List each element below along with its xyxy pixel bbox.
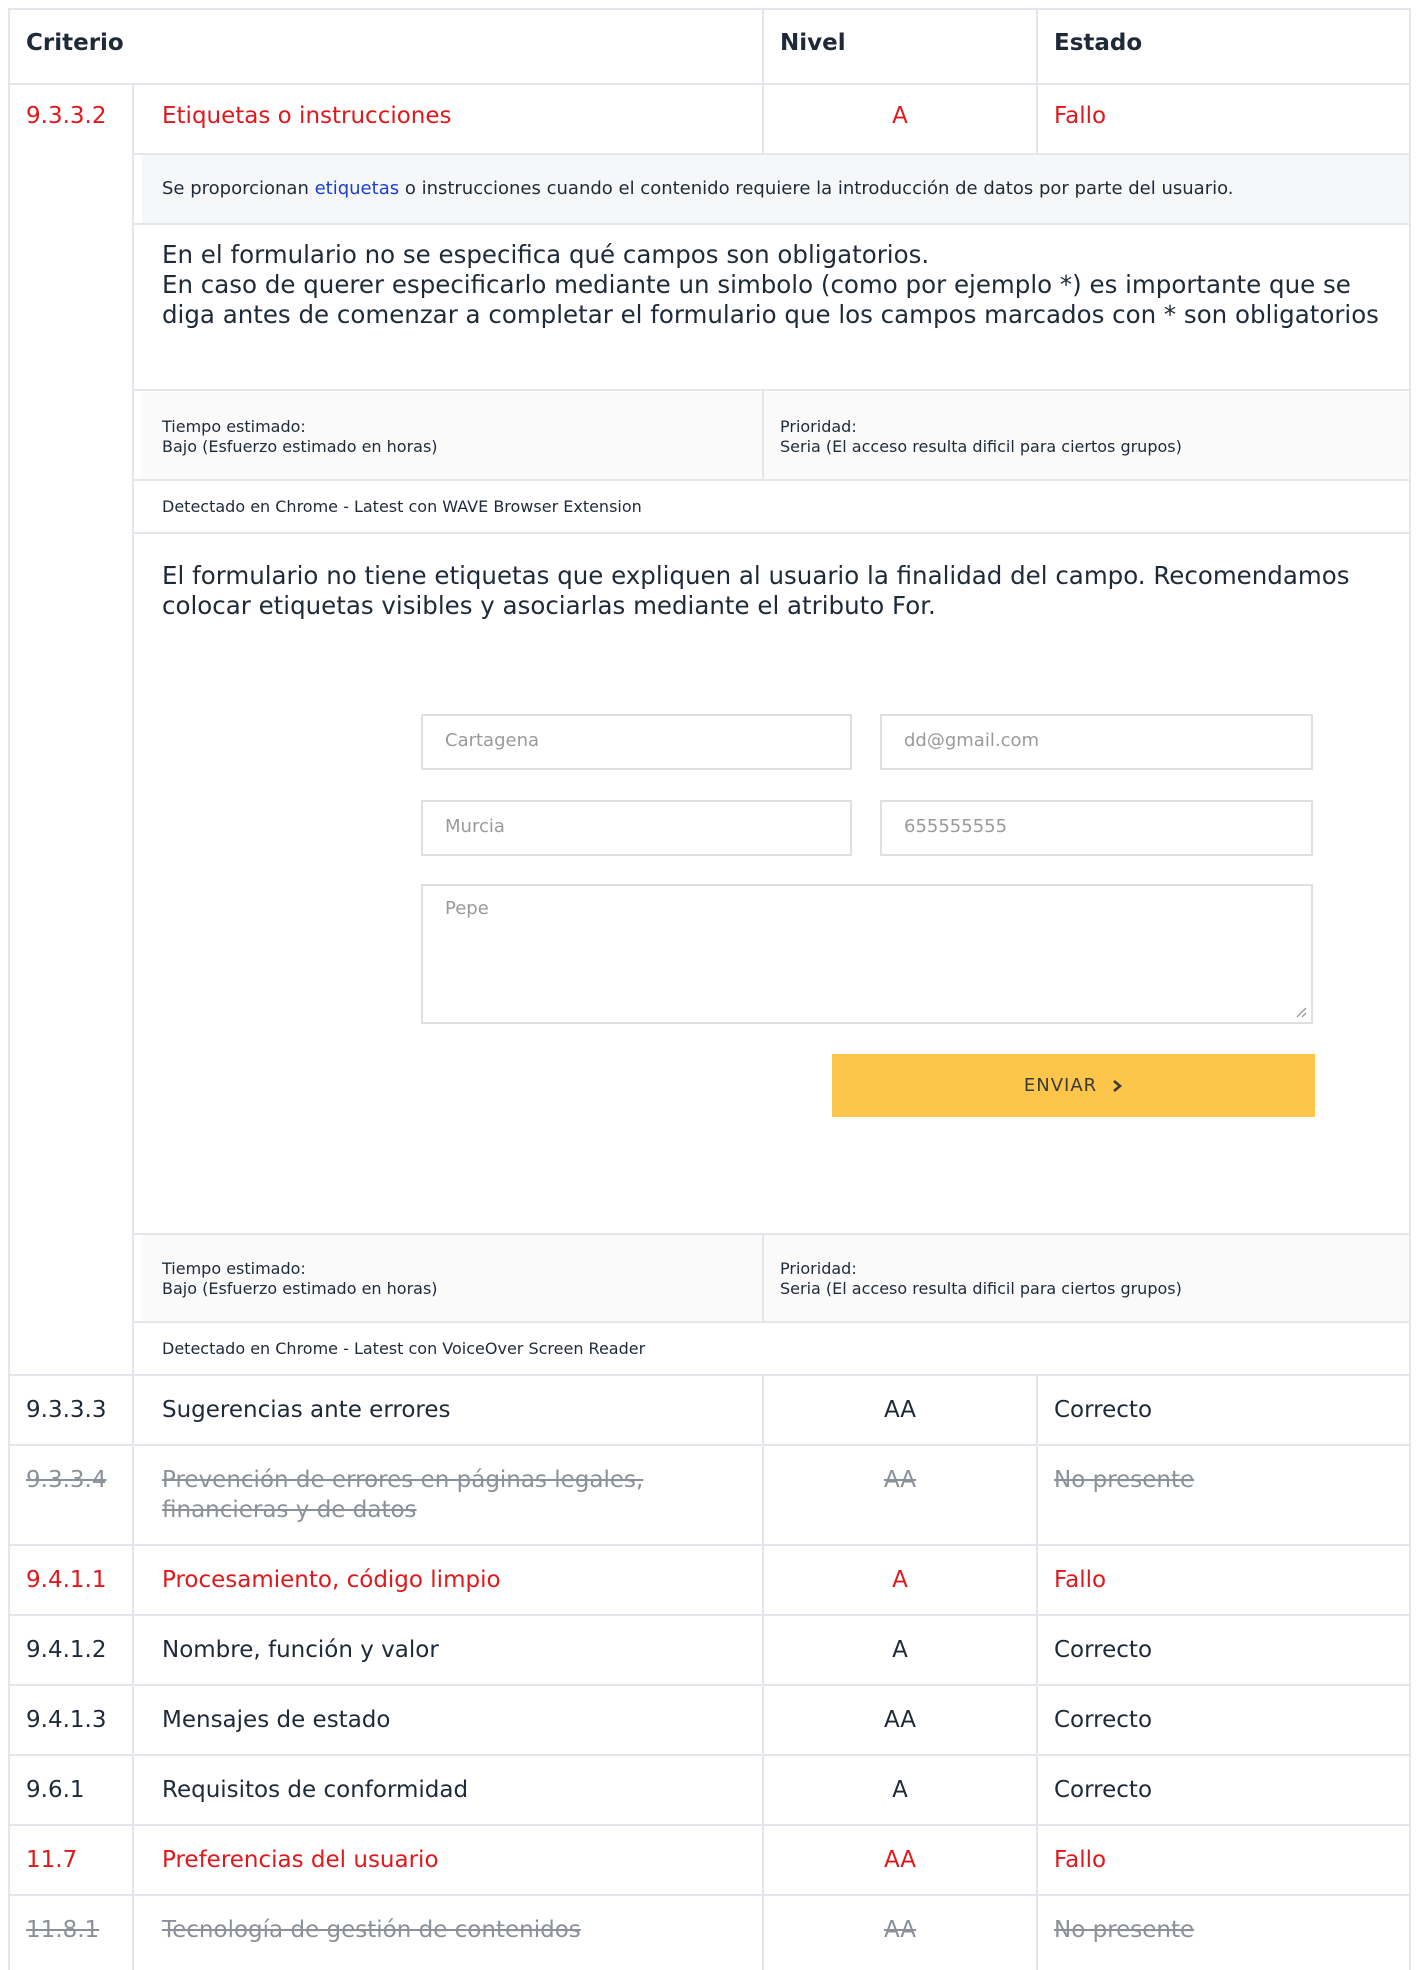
issue-2-priority-label: Prioridad: [780, 1259, 857, 1278]
row-name[interactable]: Mensajes de estado [162, 1707, 390, 1733]
issue-2-detected: Detectado en Chrome - Latest con VoiceOv… [162, 1339, 646, 1358]
row-status: Fallo [1054, 1567, 1107, 1593]
issue-1-detected: Detectado en Chrome - Latest con WAVE Br… [162, 497, 642, 516]
row-status: Fallo [1054, 103, 1107, 129]
row-status: Correcto [1054, 1397, 1153, 1423]
meta-band-1 [142, 392, 1411, 479]
etiquetas-link[interactable]: etiquetas [315, 178, 400, 199]
row-level: A [892, 1637, 908, 1663]
row-level: AA [883, 1467, 917, 1493]
row-code: 9.3.3.3 [26, 1397, 107, 1423]
email-field: dd@gmail.com [880, 714, 1313, 770]
phone-field: 655555555 [880, 800, 1313, 856]
row-status: Correcto [1054, 1777, 1153, 1803]
header-estado: Estado [1054, 30, 1143, 56]
row-status: Correcto [1054, 1637, 1153, 1663]
form-screenshot: Cartagena dd@gmail.com Murcia 655555555 … [142, 648, 1402, 1208]
row-status: Correcto [1054, 1707, 1153, 1733]
row-code: 9.3.3.2 [26, 103, 107, 129]
row-status: Fallo [1054, 1847, 1107, 1873]
chevron-right-icon [1113, 1079, 1123, 1092]
row-code: 11.7 [26, 1847, 78, 1873]
issue-1-time-label: Tiempo estimado: [162, 417, 306, 436]
issue-2-text: El formulario no tiene etiquetas que exp… [162, 561, 1350, 620]
row-level: A [892, 1567, 908, 1593]
row-status: No presente [1054, 1917, 1195, 1943]
issue-2-time-label: Tiempo estimado: [162, 1259, 306, 1278]
row-code: 9.4.1.2 [26, 1637, 107, 1663]
row-name[interactable]: Nombre, función y valor [162, 1637, 439, 1663]
row-code: 9.4.1.1 [26, 1567, 107, 1593]
row-name[interactable]: Etiquetas o instrucciones [162, 103, 452, 129]
row-level: AA [883, 1847, 917, 1873]
criterion-description: Se proporcionan etiquetas o instruccione… [162, 178, 1234, 199]
city-field: Cartagena [421, 714, 852, 770]
issue-1-time-value: Bajo (Esfuerzo estimado en horas) [162, 437, 438, 456]
row-name[interactable]: Requisitos de conformidad [162, 1777, 468, 1803]
resize-grip-icon [1296, 1007, 1307, 1018]
issue-1-text: En el formulario no se especifica qué ca… [162, 240, 1379, 329]
meta-band-2 [142, 1234, 1411, 1321]
row-name[interactable]: Procesamiento, código limpio [162, 1567, 501, 1593]
header-nivel: Nivel [780, 30, 846, 56]
row-level: AA [883, 1707, 917, 1733]
description-text-post: o instrucciones cuando el contenido requ… [399, 178, 1234, 199]
accessibility-criteria-table: Criterio Nivel Estado 9.3.3.2 Etiquetas … [8, 8, 1411, 1970]
row-name[interactable]: Prevención de errores en páginas legales… [162, 1467, 643, 1493]
issue-2-priority-value: Seria (El acceso resulta dificil para ci… [780, 1279, 1182, 1298]
row-name[interactable]: Tecnología de gestión de contenidos [162, 1917, 581, 1943]
enviar-button: ENVIAR [832, 1054, 1315, 1117]
header-criterio: Criterio [26, 30, 124, 56]
message-textarea: Pepe [421, 884, 1313, 1024]
description-text-pre: Se proporcionan [162, 178, 315, 199]
row-name-line2: financieras y de datos [162, 1497, 417, 1523]
row-code: 9.3.3.4 [26, 1467, 107, 1493]
row-name[interactable]: Preferencias del usuario [162, 1847, 439, 1873]
row-level: AA [883, 1917, 917, 1943]
region-field: Murcia [421, 800, 852, 856]
row-level: A [892, 1777, 908, 1803]
row-name[interactable]: Sugerencias ante errores [162, 1397, 451, 1423]
row-code: 9.4.1.3 [26, 1707, 107, 1733]
row-level: AA [883, 1397, 917, 1423]
issue-1-priority-label: Prioridad: [780, 417, 857, 436]
row-status: No presente [1054, 1467, 1195, 1493]
row-code: 9.6.1 [26, 1777, 85, 1803]
issue-1-priority-value: Seria (El acceso resulta dificil para ci… [780, 437, 1182, 456]
row-code: 11.8.1 [26, 1917, 100, 1943]
row-level: A [892, 103, 908, 129]
issue-2-time-value: Bajo (Esfuerzo estimado en horas) [162, 1279, 438, 1298]
